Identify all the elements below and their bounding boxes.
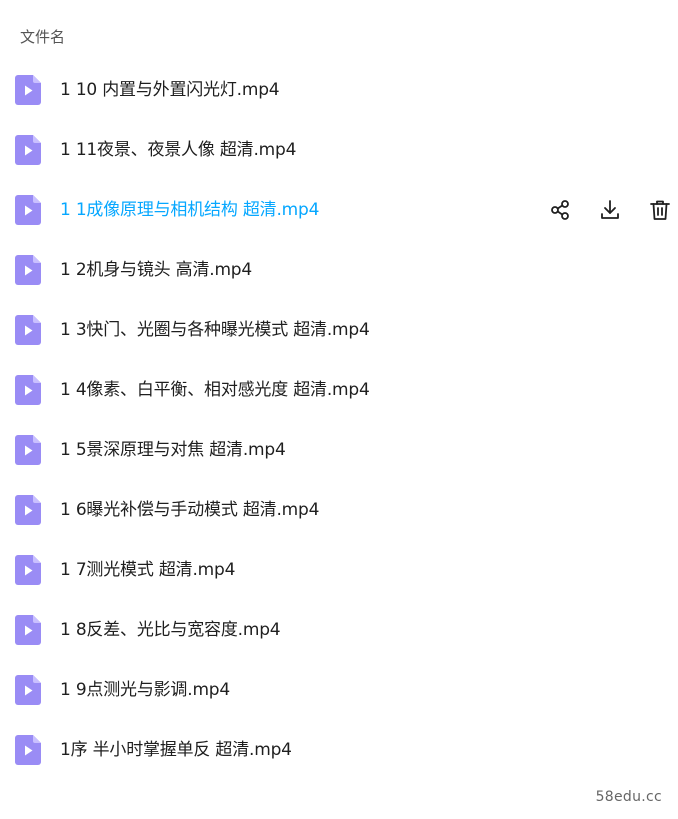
download-icon[interactable]: [598, 198, 622, 222]
video-file-icon: [15, 315, 41, 345]
file-name[interactable]: 1 2机身与镜头 高清.mp4: [60, 240, 252, 300]
file-name[interactable]: 1 11夜景、夜景人像 超清.mp4: [60, 120, 296, 180]
video-file-icon: [15, 615, 41, 645]
file-name[interactable]: 1序 半小时掌握单反 超清.mp4: [60, 720, 292, 780]
video-file-icon: [15, 375, 41, 405]
file-row[interactable]: 1 2机身与镜头 高清.mp4: [0, 240, 678, 300]
file-name[interactable]: 1 9点测光与影调.mp4: [60, 660, 230, 720]
file-name[interactable]: 1 6曝光补偿与手动模式 超清.mp4: [60, 480, 319, 540]
file-row[interactable]: 1 5景深原理与对焦 超清.mp4: [0, 420, 678, 480]
file-name[interactable]: 1 3快门、光圈与各种曝光模式 超清.mp4: [60, 300, 370, 360]
file-row[interactable]: 1 9点测光与影调.mp4: [0, 660, 678, 720]
column-header-filename: 文件名: [20, 28, 66, 46]
video-file-icon: [15, 135, 41, 165]
video-file-icon: [15, 435, 41, 465]
file-row[interactable]: 1 6曝光补偿与手动模式 超清.mp4: [0, 480, 678, 540]
video-file-icon: [15, 735, 41, 765]
video-file-icon: [15, 555, 41, 585]
file-name[interactable]: 1 10 内置与外置闪光灯.mp4: [60, 60, 280, 120]
file-row[interactable]: 1 3快门、光圈与各种曝光模式 超清.mp4: [0, 300, 678, 360]
file-name[interactable]: 1 7测光模式 超清.mp4: [60, 540, 235, 600]
file-name[interactable]: 1 5景深原理与对焦 超清.mp4: [60, 420, 286, 480]
file-row[interactable]: 1 7测光模式 超清.mp4: [0, 540, 678, 600]
file-list: 1 10 内置与外置闪光灯.mp4 1 11夜景、夜景人像 超清.mp4 1 1…: [0, 60, 678, 780]
row-actions: [548, 180, 678, 240]
file-row[interactable]: 1序 半小时掌握单反 超清.mp4: [0, 720, 678, 780]
file-name[interactable]: 1 8反差、光比与宽容度.mp4: [60, 600, 281, 660]
file-row[interactable]: 1 8反差、光比与宽容度.mp4: [0, 600, 678, 660]
file-row[interactable]: 1 11夜景、夜景人像 超清.mp4: [0, 120, 678, 180]
file-name[interactable]: 1 1成像原理与相机结构 超清.mp4: [60, 180, 319, 240]
video-file-icon: [15, 195, 41, 225]
share-icon[interactable]: [548, 198, 572, 222]
video-file-icon: [15, 675, 41, 705]
file-row-hovered[interactable]: 1 1成像原理与相机结构 超清.mp4: [0, 180, 678, 240]
video-file-icon: [15, 495, 41, 525]
file-row[interactable]: 1 10 内置与外置闪光灯.mp4: [0, 60, 678, 120]
video-file-icon: [15, 255, 41, 285]
video-file-icon: [15, 75, 41, 105]
file-row[interactable]: 1 4像素、白平衡、相对感光度 超清.mp4: [0, 360, 678, 420]
watermark: 58edu.cc: [595, 789, 662, 805]
trash-icon[interactable]: [648, 198, 672, 222]
file-name[interactable]: 1 4像素、白平衡、相对感光度 超清.mp4: [60, 360, 370, 420]
